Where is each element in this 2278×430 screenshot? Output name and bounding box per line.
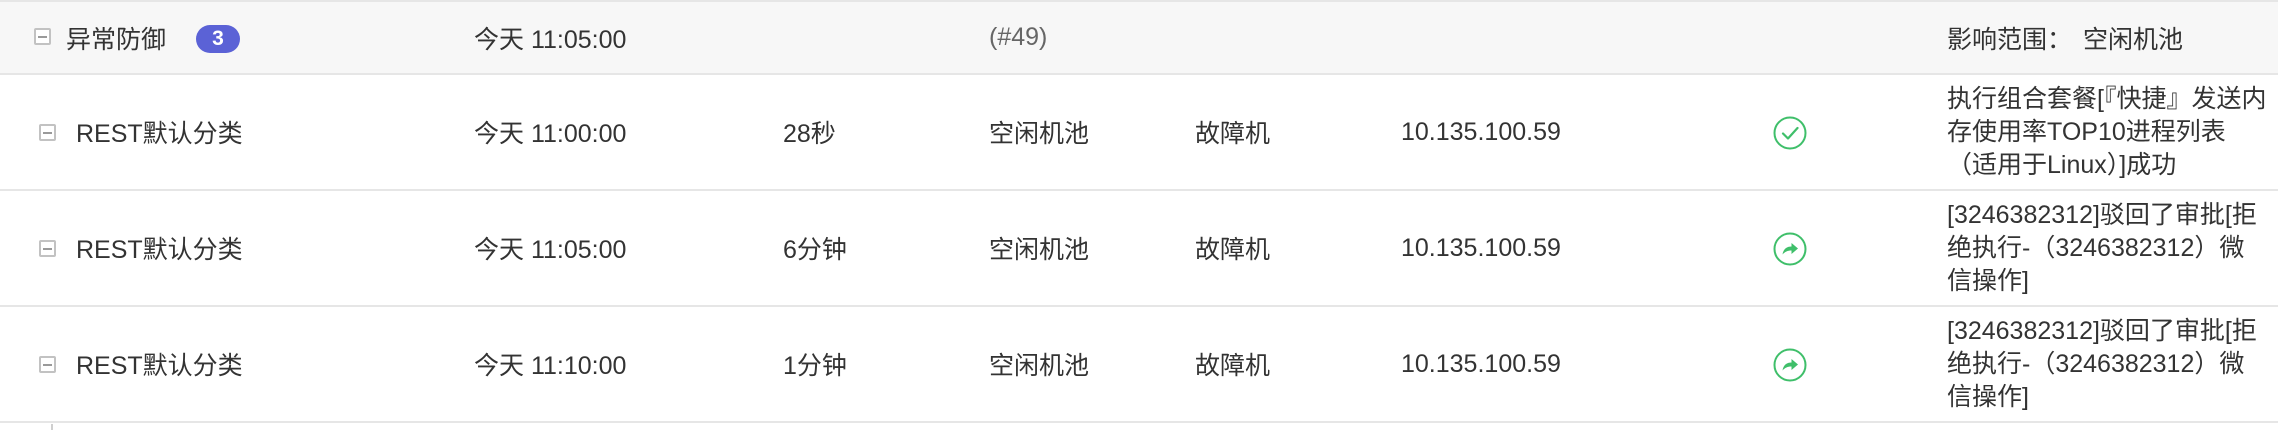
table-row[interactable]: REST默认分类 今天 11:05:00 6分钟 空闲机池 故障机 10.135… — [0, 191, 2278, 307]
collapse-toggle-icon[interactable] — [39, 240, 56, 257]
group-ref: (#49) — [989, 23, 1048, 51]
ip-cell: 10.135.100.59 — [1401, 117, 1561, 146]
collapse-toggle-icon[interactable] — [39, 124, 56, 141]
pool-cell: 空闲机池 — [989, 120, 1090, 148]
collapse-toggle-icon[interactable] — [34, 28, 51, 45]
collapse-toggle-icon[interactable] — [39, 356, 56, 373]
status-text-cell: 故障机 — [1195, 120, 1271, 148]
message-cell: [3246382312]驳回了审批[拒绝执行-（3246382312）微信操作] — [1947, 200, 2257, 295]
time-cell: 今天 11:00:00 — [474, 120, 627, 148]
scope-label: 影响范围： — [1947, 25, 2073, 54]
forward-circle-icon[interactable] — [1772, 231, 1808, 267]
time-cell: 今天 11:05:00 — [474, 236, 627, 264]
category-cell: REST默认分类 — [76, 352, 243, 380]
group-time: 今天 11:05:00 — [474, 25, 627, 54]
status-text-cell: 故障机 — [1195, 352, 1271, 380]
group-title: 异常防御 — [66, 25, 167, 54]
alert-table: 异常防御 3 今天 11:05:00 (#49) 影响范围： 空闲机池 REST… — [0, 0, 2278, 430]
table-row[interactable]: REST默认分类 今天 11:10:00 1分钟 空闲机池 故障机 10.135… — [0, 307, 2278, 423]
duration-cell: 1分钟 — [783, 352, 847, 380]
pool-cell: 空闲机池 — [989, 236, 1090, 264]
message-cell: [3246382312]驳回了审批[拒绝执行-（3246382312）微信操作] — [1947, 316, 2257, 411]
category-cell: REST默认分类 — [76, 120, 243, 148]
pool-cell: 空闲机池 — [989, 352, 1090, 380]
check-circle-icon[interactable] — [1772, 115, 1808, 151]
ip-cell: 10.135.100.59 — [1401, 349, 1561, 378]
scope-value: 空闲机池 — [2083, 25, 2184, 54]
status-text-cell: 故障机 — [1195, 236, 1271, 264]
time-cell: 今天 11:10:00 — [474, 352, 627, 380]
category-cell: REST默认分类 — [76, 236, 243, 264]
group-header-row[interactable]: 异常防御 3 今天 11:05:00 (#49) 影响范围： 空闲机池 — [0, 0, 2278, 75]
message-cell: 执行组合套餐[『快捷』发送内存使用率TOP10进程列表（适用于Linux）]成功 — [1947, 84, 2267, 179]
duration-cell: 6分钟 — [783, 236, 847, 264]
duration-cell: 28秒 — [783, 120, 836, 148]
group-count-badge: 3 — [196, 25, 240, 53]
forward-circle-icon[interactable] — [1772, 347, 1808, 383]
ip-cell: 10.135.100.59 — [1401, 233, 1561, 262]
table-row[interactable]: REST默认分类 今天 11:00:00 28秒 空闲机池 故障机 10.135… — [0, 75, 2278, 191]
